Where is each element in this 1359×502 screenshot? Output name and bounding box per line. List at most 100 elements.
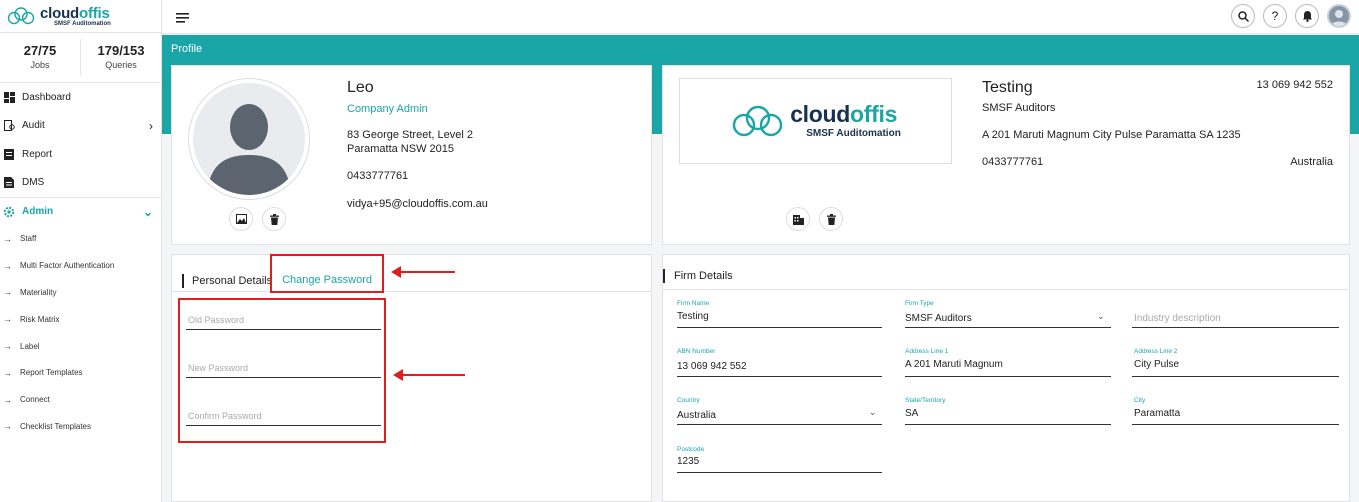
topbar: ?: [162, 0, 1359, 34]
arrow-right-icon: →: [3, 341, 12, 352]
trash-icon: [826, 213, 836, 225]
nav-sub-label: Risk Matrix: [20, 314, 60, 324]
nav-label: Dashboard: [22, 91, 71, 103]
nav-sub-mfa[interactable]: → Multi Factor Authentication: [0, 252, 161, 279]
app-logo[interactable]: cloudoffis SMSF Auditomation: [0, 0, 161, 33]
field-label: Firm Name: [677, 300, 710, 307]
nav-sub-label: Materiality: [20, 287, 57, 297]
nav-sub-staff[interactable]: → Staff: [0, 226, 161, 253]
field-value: SMSF Auditors: [905, 313, 972, 324]
field-underline: [905, 424, 1111, 425]
user-avatar-icon: [1331, 10, 1347, 26]
cloud-logo-icon: [732, 105, 783, 137]
delete-firm-logo-button[interactable]: [819, 207, 843, 231]
search-icon: [1237, 10, 1249, 22]
field-underline: [677, 472, 882, 473]
nav-dashboard[interactable]: Dashboard: [0, 83, 161, 112]
logo-subtitle: SMSF Auditomation: [54, 20, 111, 27]
bell-icon: [1302, 11, 1312, 22]
nav-label: Admin: [22, 206, 54, 218]
chevron-down-icon: ⌄: [1097, 311, 1105, 321]
trash-icon: [269, 213, 279, 225]
field-label: City: [1134, 397, 1146, 404]
firm-details-card: Firm Details Firm Name Testing Firm Type…: [662, 254, 1350, 502]
profile-name: Leo: [347, 79, 374, 96]
document-icon: [2, 177, 16, 189]
field-value: A 201 Maruti Magnum: [905, 359, 1003, 370]
nav-audit[interactable]: Audit ›: [0, 112, 161, 141]
nav-sub-connect[interactable]: → Connect: [0, 386, 161, 413]
nav-dms[interactable]: DMS: [0, 169, 161, 198]
field-underline: [905, 376, 1111, 377]
nav-sub-report-templates[interactable]: → Report Templates: [0, 359, 161, 386]
stat-label: Queries: [105, 60, 137, 70]
logo-word-b: offis: [79, 4, 110, 22]
delete-photo-button[interactable]: [262, 207, 286, 231]
nav-sub-materiality[interactable]: → Materiality: [0, 279, 161, 306]
firm-logo-subtitle: SMSF Auditomation: [806, 128, 901, 139]
arrow-right-icon: →: [3, 314, 12, 325]
nav-sub-label: Staff: [20, 234, 37, 244]
sidebar: cloudoffis SMSF Auditomation 27/75 Jobs …: [0, 0, 162, 502]
nav-sub-label: Connect: [20, 395, 50, 405]
firm-phone: 0433777761: [982, 156, 1044, 168]
audit-icon: [2, 120, 16, 132]
menu-toggle[interactable]: [176, 10, 190, 26]
nav-report[interactable]: Report: [0, 140, 161, 169]
field-underline: [1132, 424, 1339, 425]
annotation-arrow-tab: [391, 266, 455, 278]
field-value: Paramatta: [1134, 408, 1181, 419]
hamburger-icon: [176, 13, 189, 23]
firm-abn: 13 069 942 552: [1256, 79, 1333, 91]
profile-role: Company Admin: [347, 103, 428, 115]
help-button[interactable]: ?: [1263, 4, 1287, 28]
search-button[interactable]: [1231, 4, 1255, 28]
arrow-right-icon: →: [3, 260, 12, 271]
field-underline: [677, 424, 882, 425]
user-avatar[interactable]: [1327, 4, 1351, 28]
nav-sub-checklist-templates[interactable]: → Checklist Templates: [0, 413, 161, 440]
stat-jobs[interactable]: 27/75 Jobs: [0, 33, 80, 82]
firm-details-divider: [663, 289, 1349, 290]
nav-label: Audit: [22, 120, 45, 132]
tab-personal-details[interactable]: Personal Details: [192, 275, 272, 287]
upload-photo-button[interactable]: [229, 207, 253, 231]
field-value: 1235: [677, 456, 700, 467]
arrow-right-icon: →: [3, 287, 12, 298]
firm-details-title: Firm Details: [674, 270, 733, 282]
firm-logo: cloudoffis SMSF Auditomation: [679, 78, 952, 164]
stat-queries[interactable]: 179/153 Queries: [80, 39, 161, 76]
firm-logo-wordmark: cloudoffis: [790, 103, 901, 126]
firm-name: Testing: [982, 79, 1033, 96]
dashboard-icon: [2, 91, 16, 103]
nav-sub-label: Checklist Templates: [20, 421, 91, 431]
upload-firm-logo-button[interactable]: [786, 207, 810, 231]
gear-icon: [2, 206, 16, 218]
firm-address: A 201 Maruti Magnum City Pulse Paramatta…: [982, 129, 1241, 141]
nav-admin[interactable]: Admin ⌄: [0, 197, 161, 226]
profile-address-line1: 83 George Street, Level 2: [347, 129, 473, 141]
stats-panel: 27/75 Jobs 179/153 Queries: [0, 33, 161, 83]
field-label: ABN Number: [677, 348, 716, 355]
nav-label: Report: [22, 148, 53, 160]
notifications-button[interactable]: [1295, 4, 1319, 28]
field-underline: [1132, 376, 1339, 377]
page-title: Profile: [171, 43, 203, 55]
nav-sub-risk-matrix[interactable]: → Risk Matrix: [0, 306, 161, 333]
nav-sub-label: Multi Factor Authentication: [20, 261, 115, 271]
field-label: Address Line 2: [1134, 348, 1178, 355]
logo-word-a: cloud: [790, 101, 851, 127]
field-placeholder: Industry description: [1134, 313, 1221, 324]
nav-sub-label[interactable]: → Label: [0, 333, 161, 360]
arrow-right-icon: →: [3, 394, 12, 405]
highlight-box-password-fields: [178, 298, 386, 443]
question-icon: ?: [1271, 9, 1279, 23]
profile-address-line2: Paramatta NSW 2015: [347, 143, 454, 155]
firm-country: Australia: [1290, 156, 1333, 168]
tab-indicator: [182, 273, 184, 288]
arrow-right-icon: →: [3, 233, 12, 244]
image-icon: [235, 214, 247, 224]
nav-label: DMS: [22, 177, 45, 189]
tabs-divider: [172, 291, 651, 292]
arrow-right-icon: →: [3, 421, 12, 432]
